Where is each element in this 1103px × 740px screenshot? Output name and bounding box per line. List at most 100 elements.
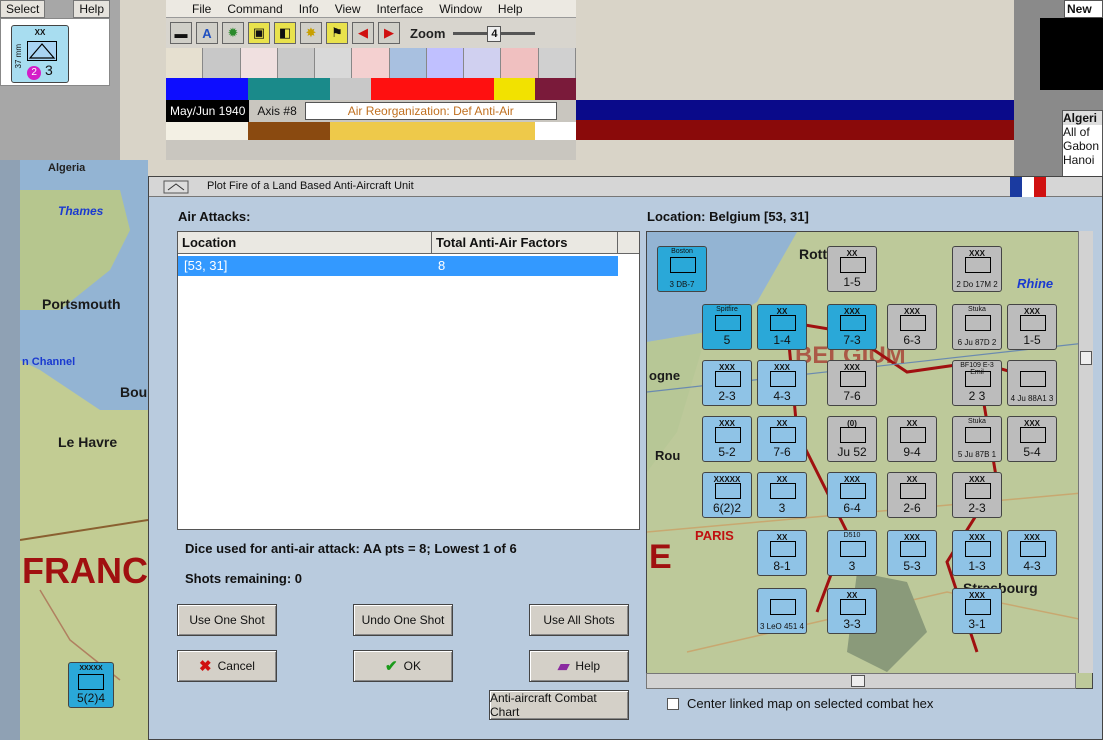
map-unit-counter[interactable]: XX 3 — [757, 472, 807, 518]
map-unit-counter[interactable]: XX 9-4 — [887, 416, 937, 462]
map-unit-counter[interactable]: 3 LeO 451 4 — [757, 588, 807, 634]
air-attacks-table[interactable]: Location Total Anti-Air Factors [53, 31]… — [177, 231, 640, 530]
map-unit-counter[interactable]: XXX 7-6 — [827, 360, 877, 406]
center-linked-map-checkbox-row[interactable]: Center linked map on selected combat hex — [667, 696, 933, 711]
map-unit-counter[interactable]: XX 2-6 — [887, 472, 937, 518]
nation-flag-icon[interactable] — [501, 48, 539, 78]
unit-box-icon[interactable]: ◧ — [274, 22, 296, 44]
map-unit-counter[interactable]: XX 7-6 — [757, 416, 807, 462]
map-unit-counter[interactable]: 4 Ju 88A1 3 — [1007, 360, 1057, 406]
nation-flag-icon[interactable] — [538, 48, 576, 78]
undo-one-shot-button[interactable]: Undo One Shot — [353, 604, 453, 636]
map-unit-counter[interactable]: XXX 2 Do 17M 2 — [952, 246, 1002, 292]
map-unit-counter[interactable]: XXXXX 6(2)2 — [702, 472, 752, 518]
right-preview-area — [1040, 18, 1103, 90]
list-item[interactable]: Hanoi — [1063, 153, 1102, 167]
ok-button[interactable]: ✔ OK — [353, 650, 453, 682]
left-map-view[interactable]: Algeria Thames Portsmouth n Channel Bou … — [0, 160, 148, 740]
gear-icon[interactable]: ✹ — [222, 22, 244, 44]
map-unit-counter[interactable]: XX 3-3 — [827, 588, 877, 634]
map-unit-counter[interactable]: XX 1-5 — [827, 246, 877, 292]
use-all-shots-button[interactable]: Use All Shots — [529, 604, 629, 636]
land-unit-symbol-icon — [840, 483, 866, 499]
arrow-left-icon[interactable]: ◀ — [352, 22, 374, 44]
map-horizontal-scrollbar[interactable] — [646, 673, 1076, 689]
nation-flag-icon[interactable] — [426, 48, 465, 78]
unit-value: 6-3 — [903, 333, 921, 347]
menu-window[interactable]: Window — [431, 0, 490, 17]
list-item[interactable]: Gabon — [1063, 139, 1102, 153]
nation-flag-icon[interactable] — [464, 48, 502, 78]
table-header: Location Total Anti-Air Factors — [178, 232, 639, 254]
selected-unit-counter[interactable]: XX 37 mm 2 3 — [11, 25, 69, 83]
help-tab[interactable]: Help — [73, 0, 110, 18]
map-unit-counter[interactable]: XXX 4-3 — [757, 360, 807, 406]
zoom-slider[interactable]: 4 — [453, 26, 536, 42]
zoom-value[interactable]: 4 — [487, 26, 502, 42]
new-tab[interactable]: New c — [1064, 0, 1103, 30]
nation-flag-icon[interactable] — [352, 48, 390, 78]
map-unit-counter[interactable]: Stuka 5 Ju 87B 1 — [952, 416, 1002, 462]
menu-info[interactable]: Info — [291, 0, 327, 17]
map-unit-counter[interactable]: XXX 7-3 — [827, 304, 877, 350]
map-unit-counter[interactable]: XXX 2-3 — [702, 360, 752, 406]
map-unit-counter[interactable]: XXX 6-3 — [887, 304, 937, 350]
menu-help[interactable]: Help — [490, 0, 531, 17]
map-unit-counter[interactable]: XXX 1-5 — [1007, 304, 1057, 350]
nation-flag-icon[interactable] — [240, 48, 278, 78]
map-vscroll-thumb[interactable] — [1080, 351, 1092, 365]
combat-hex-map[interactable]: Rotterd Rhine BELGIUM ogne Rou PARIS Str… — [646, 231, 1093, 689]
map-unit-counter[interactable]: XXX 4-3 — [1007, 530, 1057, 576]
nation-flag-icon[interactable] — [203, 48, 241, 78]
map-unit-counter[interactable]: D510 3 — [827, 530, 877, 576]
map-unit-counter[interactable]: XXX 2-3 — [952, 472, 1002, 518]
map-unit-counter[interactable]: XXX 6-4 — [827, 472, 877, 518]
menu-interface[interactable]: Interface — [369, 0, 432, 17]
list-item[interactable]: All of — [1063, 125, 1102, 139]
arrow-right-icon[interactable]: ▶ — [378, 22, 400, 44]
nation-flag-icon[interactable] — [277, 48, 316, 78]
use-one-shot-button[interactable]: Use One Shot — [177, 604, 277, 636]
map-unit-counter[interactable]: XX 8-1 — [757, 530, 807, 576]
nation-flag-icon[interactable] — [166, 48, 204, 78]
nation-flag-icon[interactable] — [389, 48, 427, 78]
table-row[interactable]: [53, 31] 8 — [178, 256, 618, 276]
column-header-location[interactable]: Location — [178, 232, 432, 253]
menu-view[interactable]: View — [327, 0, 369, 17]
flag-icon[interactable]: ⚑ — [326, 22, 348, 44]
map-unit-counter[interactable]: XX 1-4 — [757, 304, 807, 350]
burst-icon[interactable]: ✸ — [300, 22, 322, 44]
map-unit-counter[interactable]: XXX 5-4 — [1007, 416, 1057, 462]
unit-value: 2-3 — [718, 389, 736, 403]
map-unit-counter[interactable]: XXX 3-1 — [952, 588, 1002, 634]
map-unit-counter[interactable]: Stuka 6 Ju 87D 2 — [952, 304, 1002, 350]
menu-command[interactable]: Command — [219, 0, 290, 17]
map-unit-counter[interactable]: XXX 5-2 — [702, 416, 752, 462]
nation-flag-icon[interactable] — [315, 48, 353, 78]
nation-bar-swatch — [412, 122, 453, 140]
dialog-titlebar[interactable]: Plot Fire of a Land Based Anti-Aircraft … — [149, 177, 1102, 197]
map-unit-counter[interactable]: XXX 1-3 — [952, 530, 1002, 576]
map-hscroll-thumb[interactable] — [851, 675, 865, 687]
right-location-list[interactable]: Algeri All of Gabon Hanoi — [1062, 110, 1103, 180]
select-tab[interactable]: Select — [0, 0, 46, 18]
map-unit-counter[interactable]: (0) Ju 52 — [827, 416, 877, 462]
column-header-factors[interactable]: Total Anti-Air Factors — [432, 232, 618, 253]
tank-icon[interactable]: ▬ — [170, 22, 192, 44]
unit-value: 3 — [848, 559, 856, 573]
font-a-icon[interactable]: A — [196, 22, 218, 44]
center-linked-map-checkbox[interactable] — [667, 697, 679, 710]
help-book-icon: ▰ — [557, 658, 570, 675]
hq-icon[interactable]: ▣ — [248, 22, 270, 44]
help-button[interactable]: ▰ Help — [529, 650, 629, 682]
map-unit-counter[interactable]: XXX 5-3 — [887, 530, 937, 576]
map-unit-counter[interactable]: Boston 3 DB-7 — [657, 246, 707, 292]
menu-file[interactable]: File — [184, 0, 219, 17]
aa-combat-chart-button[interactable]: Anti-aircraft Combat Chart — [489, 690, 629, 720]
left-map-unit-counter[interactable]: XXXXX 5(2)4 — [68, 662, 114, 708]
map-unit-counter[interactable]: BF109 E-3 Emil 2 3 — [952, 360, 1002, 406]
cancel-button[interactable]: ✖ Cancel — [177, 650, 277, 682]
map-unit-counter[interactable]: Spitfire 5 — [702, 304, 752, 350]
map-vertical-scrollbar[interactable] — [1078, 231, 1093, 673]
dialog-menu-icon[interactable] — [163, 180, 189, 194]
